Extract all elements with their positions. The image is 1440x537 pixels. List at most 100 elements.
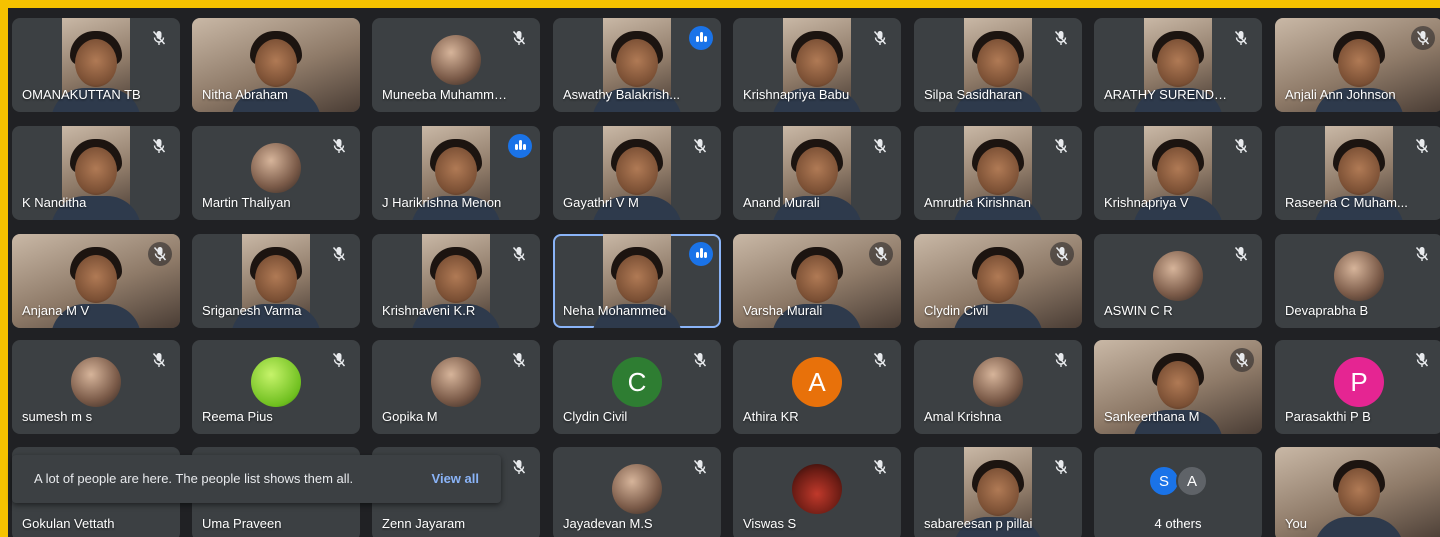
participant-tile[interactable]: Amal Krishna	[914, 340, 1082, 434]
participant-tile[interactable]: Krishnapriya V	[1094, 126, 1262, 220]
participant-name: Anand Murali	[743, 195, 820, 210]
participant-tile[interactable]: OMANAKUTTAN TB	[12, 18, 180, 112]
participant-tile[interactable]: Gayathri V M	[553, 126, 721, 220]
participant-name: Clydin Civil	[924, 303, 989, 318]
mic-off-icon	[1234, 30, 1248, 46]
mic-off-icon	[869, 242, 893, 266]
participant-name: Gokulan Vettath	[22, 516, 115, 531]
participant-tile[interactable]: ARATHY SURENDR...	[1094, 18, 1262, 112]
participant-tile[interactable]: SA 4 others	[1094, 447, 1262, 537]
participant-tile[interactable]: Amrutha Kirishnan	[914, 126, 1082, 220]
participant-avatar	[792, 464, 842, 514]
participant-tile[interactable]: Varsha Murali	[733, 234, 901, 328]
participant-name: Varsha Murali	[743, 303, 823, 318]
participant-tile[interactable]: Anjana M V	[12, 234, 180, 328]
mic-off-icon	[693, 459, 707, 475]
participant-tile[interactable]: Viswas S	[733, 447, 901, 537]
participant-name: Krishnaveni K.R	[382, 303, 476, 318]
participant-tile[interactable]: ASWIN C R	[1094, 234, 1262, 328]
participant-name: Muneeba Muhamme...	[382, 87, 510, 102]
mic-off-icon	[873, 30, 887, 46]
participant-name: Gopika M	[382, 409, 438, 424]
mic-off-icon	[1234, 246, 1248, 262]
participant-tile[interactable]: Jayadevan M.S	[553, 447, 721, 537]
participant-tile[interactable]: Raseena C Muham...	[1275, 126, 1440, 220]
participant-avatar	[1153, 251, 1203, 301]
participant-name: Athira KR	[743, 409, 799, 424]
participant-tile[interactable]: J Harikrishna Menon	[372, 126, 540, 220]
participant-tile[interactable]: Sriganesh Varma	[192, 234, 360, 328]
participant-tile[interactable]: Anand Murali	[733, 126, 901, 220]
mic-off-icon	[1415, 138, 1429, 154]
participant-name: Clydin Civil	[563, 409, 628, 424]
toast-message: A lot of people are here. The people lis…	[34, 471, 354, 486]
others-label: 4 others	[1154, 516, 1202, 531]
participant-avatar	[1334, 251, 1384, 301]
mic-off-icon	[332, 352, 346, 368]
mic-off-icon	[873, 138, 887, 154]
participant-tile[interactable]: Sankeerthana M	[1094, 340, 1262, 434]
participant-tile[interactable]: Silpa Sasidharan	[914, 18, 1082, 112]
participant-name: Zenn Jayaram	[382, 516, 466, 531]
mic-off-icon	[152, 352, 166, 368]
participant-tile[interactable]: Martin Thaliyan	[192, 126, 360, 220]
mic-off-icon	[873, 459, 887, 475]
view-all-button[interactable]: View all	[432, 471, 479, 486]
participant-tile[interactable]: C Clydin Civil	[553, 340, 721, 434]
participant-tile[interactable]: Krishnaveni K.R	[372, 234, 540, 328]
participant-name: Sankeerthana M	[1104, 409, 1200, 424]
participant-tile[interactable]: Krishnapriya Babu	[733, 18, 901, 112]
mic-off-icon	[1234, 138, 1248, 154]
participant-tile[interactable]: Devaprabha B	[1275, 234, 1440, 328]
participant-avatar	[431, 357, 481, 407]
others-avatar: A	[1176, 465, 1208, 497]
participant-tile[interactable]: You	[1275, 447, 1440, 537]
participant-name: Martin Thaliyan	[202, 195, 291, 210]
participant-avatar	[431, 35, 481, 85]
participant-tile[interactable]: P Parasakthi P B	[1275, 340, 1440, 434]
participant-name: Krishnapriya Babu	[743, 87, 850, 102]
participant-name: Silpa Sasidharan	[924, 87, 1023, 102]
participant-avatar	[612, 464, 662, 514]
participant-tile[interactable]: sabareesan p pillai	[914, 447, 1082, 537]
mic-off-icon	[332, 138, 346, 154]
participant-name: ARATHY SURENDR...	[1104, 87, 1232, 102]
participant-tile[interactable]: Aswathy Balakrish...	[553, 18, 721, 112]
participant-avatar	[251, 357, 301, 407]
participant-tile[interactable]: Neha Mohammed	[553, 234, 721, 328]
participant-name: Reema Pius	[202, 409, 273, 424]
speaking-indicator-icon	[689, 242, 713, 266]
participant-tile[interactable]: Reema Pius	[192, 340, 360, 434]
others-avatars: SA	[1148, 465, 1210, 497]
participant-tile[interactable]: A Athira KR	[733, 340, 901, 434]
mic-off-icon	[332, 246, 346, 262]
mic-off-icon	[512, 246, 526, 262]
participant-name: Nitha Abraham	[202, 87, 288, 102]
mic-off-icon	[693, 138, 707, 154]
participant-name: Devaprabha B	[1285, 303, 1369, 318]
participant-tile[interactable]: sumesh m s	[12, 340, 180, 434]
participant-initial-avatar: C	[612, 357, 662, 407]
participant-name: sabareesan p pillai	[924, 516, 1033, 531]
mic-off-icon	[1054, 138, 1068, 154]
participant-name: Jayadevan M.S	[563, 516, 653, 531]
participant-tile[interactable]: Nitha Abraham	[192, 18, 360, 112]
participant-name: Amrutha Kirishnan	[924, 195, 1031, 210]
participant-initial-avatar: A	[792, 357, 842, 407]
participant-name: Anjana M V	[22, 303, 90, 318]
participant-tile[interactable]: K Nanditha	[12, 126, 180, 220]
participant-name: Parasakthi P B	[1285, 409, 1371, 424]
participant-initial-avatar: P	[1334, 357, 1384, 407]
mic-off-icon	[1415, 352, 1429, 368]
mic-off-icon	[512, 459, 526, 475]
participant-tile[interactable]: Muneeba Muhamme...	[372, 18, 540, 112]
mic-off-icon	[1054, 30, 1068, 46]
participant-tile[interactable]: Clydin Civil	[914, 234, 1082, 328]
participant-name: Uma Praveen	[202, 516, 282, 531]
participant-avatar	[251, 143, 301, 193]
mic-off-icon	[1054, 459, 1068, 475]
mic-off-icon	[152, 30, 166, 46]
participant-tile[interactable]: Gopika M	[372, 340, 540, 434]
mic-off-icon	[1050, 242, 1074, 266]
participant-tile[interactable]: Anjali Ann Johnson	[1275, 18, 1440, 112]
